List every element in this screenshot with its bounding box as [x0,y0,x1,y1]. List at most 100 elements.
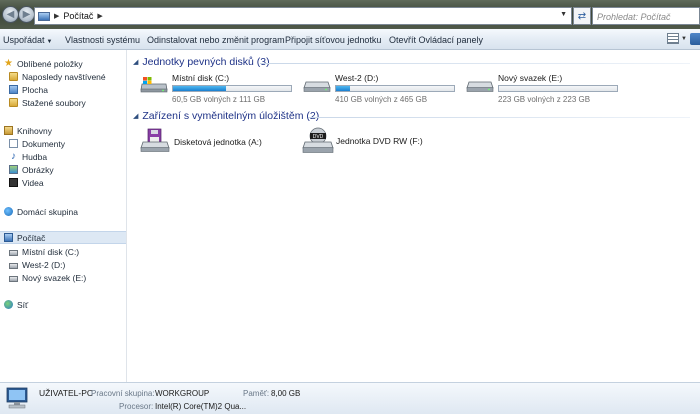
memory-label: Paměť: [243,389,270,398]
sidebar-item-recent[interactable]: Naposledy navštívené [9,70,106,83]
removable-group-title: Zařízení s vyměnitelným úložištěm (2) [142,110,320,122]
organize-button[interactable]: Uspořádat ▼ [3,35,52,45]
workgroup-value: WORKGROUP [155,389,210,398]
help-icon[interactable] [690,33,700,45]
hdd-group-title: Jednotky pevných disků (3) [142,56,270,68]
memory-value: 8,00 GB [271,389,301,398]
drive-name: Disketová jednotka (A:) [174,137,262,147]
forward-arrow-icon: ▶ [22,8,31,20]
libraries-icon [4,126,13,135]
floppy-drive-tile[interactable]: Disketová jednotka (A:) [140,128,290,158]
system-properties-button[interactable]: Vlastnosti systému [65,35,140,45]
computer-icon [6,387,28,409]
change-view-icon[interactable] [667,33,679,44]
hdd-group-header[interactable]: ◢ Jednotky pevných disků (3) [133,56,270,68]
sidebar-item-documents[interactable]: Dokumenty [9,137,65,150]
drive-usage-fill [336,86,351,91]
hard-disk-icon [9,275,18,282]
drive-name: Jednotka DVD RW (F:) [336,136,423,146]
drive-name: West-2 (D:) [335,73,379,83]
removable-group-header[interactable]: ◢ Zařízení s vyměnitelným úložištěm (2) [133,110,319,122]
organize-label: Uspořádat [3,35,45,45]
drive-free-space: 410 GB volných z 465 GB [335,95,428,104]
address-field[interactable]: ▶ Počítač ▶ ▼ [34,7,572,25]
content-pane: ◢ Jednotky pevných disků (3) Místní disk … [128,50,700,382]
processor-value: Intel(R) Core(TM)2 Qua... [155,402,247,411]
dvd-drive-tile[interactable]: DVD Jednotka DVD RW (F:) [302,127,462,157]
sidebar-item-computer[interactable]: Počítač [0,231,126,244]
dvd-drive-icon: DVD [302,127,334,153]
desktop-icon [9,85,18,94]
address-bar-area: ◀ ▶ ▶ Počítač ▶ ▼ ⇄ Prohledat: Počítač [0,0,700,29]
network-icon [4,300,13,309]
drive-usage-bar [498,85,618,92]
sidebar-item-network[interactable]: Síť [4,298,28,311]
sidebar-item-label: Domácí skupina [17,206,78,217]
sidebar-item-pictures[interactable]: Obrázky [9,163,54,176]
sidebar-item-label: Počítač [17,232,46,243]
sidebar-item-label: Naposledy navštívené [22,71,106,82]
back-arrow-icon: ◀ [6,8,15,20]
sidebar-item-label: Síť [17,299,29,310]
forward-button[interactable]: ▶ [18,6,35,23]
refresh-button[interactable]: ⇄ [573,7,591,25]
back-button[interactable]: ◀ [2,6,19,23]
hard-disk-icon [9,249,18,256]
breadcrumb-computer[interactable]: Počítač [63,11,93,21]
uninstall-program-button[interactable]: Odinstalovat nebo změnit program [147,35,285,45]
drive-name: Nový svazek (E:) [498,73,563,83]
sidebar-item-videos[interactable]: Videa [9,176,44,189]
computer-name: UŽIVATEL-PC [39,388,93,398]
workgroup-label: Pracovní skupina: [91,389,155,398]
sidebar-item-libraries[interactable]: Knihovny [4,124,52,137]
sidebar-item-label: Stažené soubory [22,97,86,108]
documents-icon [9,139,18,148]
drive-free-space: 60,5 GB volných z 111 GB [172,95,266,104]
videos-icon [9,178,18,187]
chevron-down-icon: ▼ [46,39,53,45]
drive-usage-bar [172,85,292,92]
drive-c-tile[interactable]: Místní disk (C:) 60,5 GB volných z 111 G… [140,73,300,113]
sidebar-item-drive-d[interactable]: West-2 (D:) [9,258,65,271]
sidebar-item-label: Oblíbené položky [17,58,83,69]
navigation-pane: ★ Oblíbené položky Naposledy navštívené P… [0,50,127,382]
drive-free-space: 223 GB volných z 223 GB [498,95,591,104]
sidebar-item-music[interactable]: ♪ Hudba [9,150,47,163]
drive-usage-bar [335,85,455,92]
collapse-triangle-icon[interactable]: ◢ [133,58,138,66]
map-network-drive-button[interactable]: Připojit síťovou jednotku [285,35,381,45]
music-icon: ♪ [11,151,16,162]
sidebar-item-label: Plocha [22,84,48,95]
breadcrumb-separator-icon[interactable]: ▶ [54,12,59,20]
drive-usage-fill [173,86,227,91]
sidebar-item-drive-c[interactable]: Místní disk (C:) [9,245,79,258]
sidebar-item-drive-e[interactable]: Nový svazek (E:) [9,271,86,284]
sidebar-item-label: Místní disk (C:) [22,246,80,257]
processor-label: Procesor: [119,402,154,411]
sidebar-item-desktop[interactable]: Plocha [9,83,48,96]
sidebar-item-label: Obrázky [22,164,54,175]
drive-d-tile[interactable]: West-2 (D:) 410 GB volných z 465 GB [303,73,463,113]
sidebar-item-downloads[interactable]: Stažené soubory [9,96,86,109]
sidebar-item-label: Hudba [22,151,48,162]
address-history-dropdown-icon[interactable]: ▼ [560,11,567,18]
sidebar-item-label: Knihovny [17,125,52,136]
sidebar-item-label: Videa [22,177,44,188]
drive-e-tile[interactable]: Nový svazek (E:) 223 GB volných z 223 GB [466,73,626,113]
command-bar: Uspořádat ▼ Vlastnosti systému Odinstalov… [0,29,700,50]
search-input[interactable]: Prohledat: Počítač [592,7,700,25]
star-icon: ★ [4,58,13,69]
computer-icon [38,11,50,21]
recent-places-icon [9,72,18,81]
sidebar-item-favorites[interactable]: ★ Oblíbené položky [4,57,83,70]
sidebar-item-homegroup[interactable]: Domácí skupina [4,205,78,218]
downloads-folder-icon [9,98,18,107]
drive-name: Místní disk (C:) [172,73,230,83]
collapse-triangle-icon[interactable]: ◢ [133,112,138,120]
floppy-drive-icon [140,128,170,152]
homegroup-icon [4,207,13,216]
view-dropdown-icon[interactable]: ▼ [681,36,687,42]
open-control-panel-button[interactable]: Otevřít Ovládací panely [389,35,483,45]
breadcrumb-chevron-icon[interactable]: ▶ [97,12,102,20]
hard-disk-icon [303,81,331,92]
